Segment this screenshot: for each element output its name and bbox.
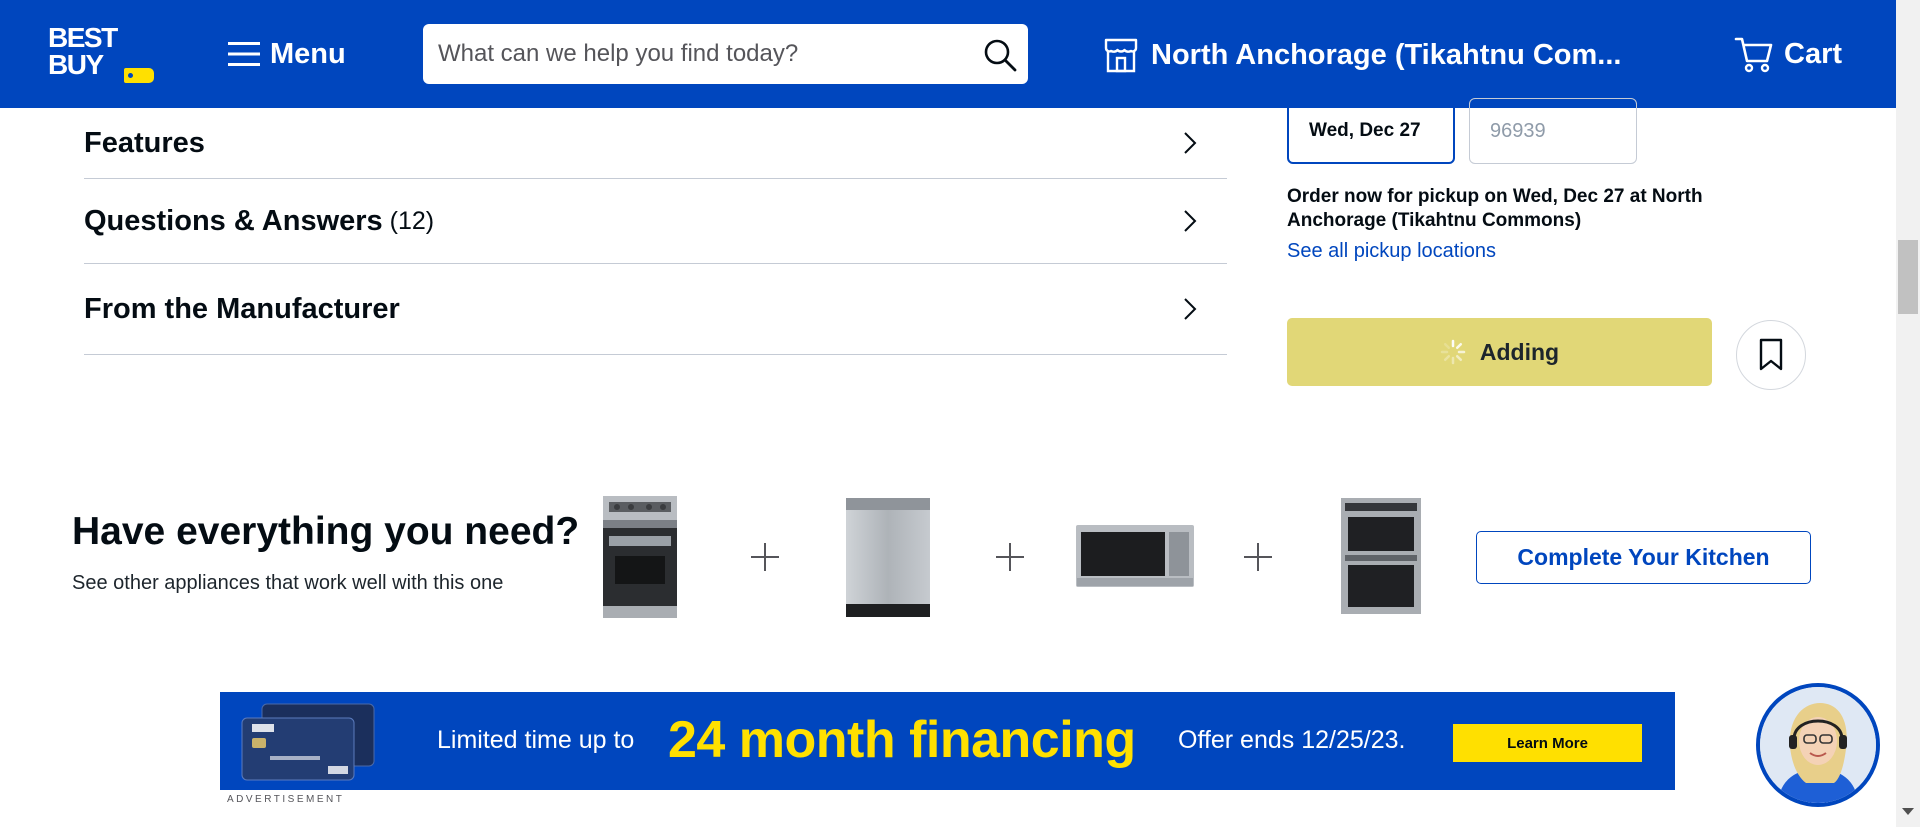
scrollbar-thumb[interactable] (1898, 240, 1918, 314)
credit-cards-icon (241, 703, 375, 781)
accordion-from-manufacturer[interactable]: From the Manufacturer (84, 264, 1227, 355)
cart-icon (1734, 37, 1773, 73)
financing-ad-banner[interactable]: Limited time up to 24 month financing Of… (220, 692, 1675, 790)
menu-button[interactable]: Menu (228, 34, 346, 74)
see-pickup-locations-link[interactable]: See all pickup locations (1287, 240, 1496, 263)
store-name: North Anchorage (Tikahtnu Com... (1151, 38, 1622, 71)
pickup-date-option[interactable]: Wed, Dec 27 (1287, 98, 1455, 164)
search-icon[interactable] (983, 38, 1017, 72)
pickup-message: Order now for pickup on Wed, Dec 27 at N… (1287, 186, 1703, 231)
hamburger-icon (228, 42, 260, 66)
plus-icon (751, 543, 779, 571)
complete-your-kitchen-button[interactable]: Complete Your Kitchen (1476, 531, 1811, 584)
cart-button[interactable]: Cart (1734, 32, 1842, 76)
store-icon (1104, 38, 1138, 73)
plus-icon (1244, 543, 1272, 571)
accordion-title: From the Manufacturer (84, 292, 400, 325)
chat-assistant-button[interactable] (1756, 683, 1880, 807)
chevron-right-icon (1184, 132, 1197, 154)
logo-text: BEST BUY (48, 22, 118, 80)
accordion-title: Features (84, 126, 205, 159)
ad-lead-text: Limited time up to (437, 726, 635, 754)
wall-oven-icon[interactable] (1340, 497, 1422, 615)
learn-more-button[interactable]: Learn More (1453, 724, 1642, 762)
kitchen-heading: Have everything you need? (72, 510, 580, 553)
add-button-label: Adding (1479, 338, 1560, 365)
search-input[interactable] (423, 24, 943, 84)
store-selector[interactable]: North Anchorage (Tikahtnu Com... (1103, 34, 1621, 76)
zip-code-field[interactable]: 96939 (1469, 98, 1637, 164)
add-to-cart-button[interactable]: Adding (1287, 318, 1712, 386)
accordion-title: Questions & Answers (84, 204, 383, 237)
pickup-date: Wed, Dec 27 (1309, 120, 1421, 141)
plus-icon (996, 543, 1024, 571)
scrollbar-track[interactable] (1896, 0, 1920, 827)
chat-agent-avatar-icon (1760, 687, 1876, 803)
dishwasher-icon[interactable] (844, 496, 932, 617)
cart-label: Cart (1784, 37, 1843, 70)
accordion-features[interactable]: Features (84, 108, 1227, 179)
chevron-right-icon (1184, 298, 1197, 320)
loading-spinner-icon (1440, 339, 1466, 365)
bookmark-icon (1759, 338, 1783, 371)
save-button[interactable] (1736, 320, 1806, 390)
menu-label: Menu (270, 37, 346, 70)
best-buy-logo[interactable]: BEST BUY (48, 22, 154, 83)
search-bar (423, 24, 1028, 84)
chevron-right-icon (1184, 210, 1197, 232)
accordion-questions-answers[interactable]: Questions & Answers (12) (84, 179, 1227, 264)
zip-placeholder: 96939 (1490, 119, 1546, 142)
scroll-down-arrow-icon[interactable] (1902, 808, 1914, 815)
microwave-icon[interactable] (1075, 524, 1195, 588)
site-header: BESTBUY Menu North Anchorage (Tikahtnu C… (0, 0, 1896, 108)
ad-offer-text: Offer ends 12/25/23. (1178, 726, 1406, 754)
range-icon[interactable] (601, 494, 679, 618)
ad-headline: 24 month financing (668, 711, 1136, 769)
advertisement-label: ADVERTISEMENT (227, 794, 345, 805)
accordion-count: (12) (389, 206, 435, 235)
kitchen-subtitle: See other appliances that work well with… (72, 572, 504, 594)
logo-tag-icon (124, 68, 154, 83)
